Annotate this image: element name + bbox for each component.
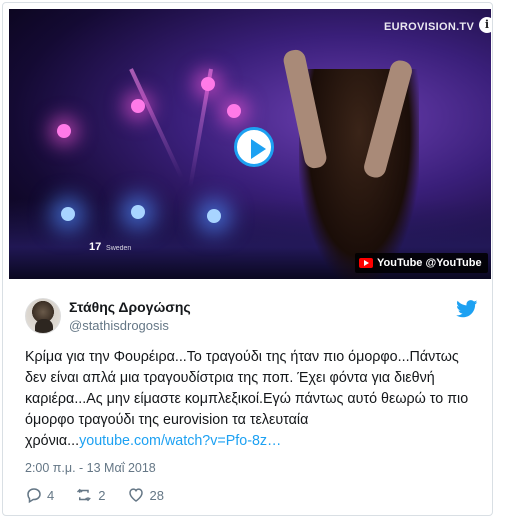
author-display-name[interactable]: Στάθης Δρογώσης — [69, 299, 191, 315]
like-button[interactable]: 28 — [127, 486, 164, 504]
retweet-icon — [77, 488, 92, 502]
retweet-button[interactable]: 2 — [76, 486, 105, 504]
contestant-country: Sweden — [106, 245, 132, 252]
twitter-bird-icon[interactable] — [456, 300, 478, 318]
contestant-overlay: 17 Sweden — [89, 241, 131, 253]
tweet-timestamp[interactable]: 2:00 π.μ. - 13 Μαΐ 2018 — [25, 461, 156, 475]
youtube-icon — [359, 258, 373, 268]
author-handle[interactable]: @stathisdrogosis — [69, 318, 169, 333]
tweet-text: Κρίμα για την Φουρέιρα...Το τραγούδι της… — [25, 347, 475, 452]
stage-light — [207, 209, 221, 223]
stage-light — [201, 77, 215, 91]
heart-icon — [129, 488, 144, 502]
retweet-count: 2 — [98, 487, 106, 503]
stage-light — [57, 124, 71, 138]
tweet-actions: 4 2 28 — [25, 486, 186, 504]
contestant-number: 17 — [89, 241, 102, 253]
like-count: 28 — [149, 487, 164, 503]
stage-light — [131, 205, 145, 219]
channel-logo: EUROVISION.TV — [384, 21, 475, 33]
video-player[interactable]: EUROVISION.TV i 17 Sweden YouTube @YouTu… — [9, 9, 491, 279]
reply-icon — [27, 488, 41, 504]
reply-button[interactable]: 4 — [25, 486, 54, 504]
youtube-source-badge[interactable]: YouTube @YouTube — [355, 253, 488, 273]
stage-beam — [129, 68, 184, 179]
source-badge-label: YouTube @YouTube — [377, 257, 482, 269]
stage-light — [227, 104, 241, 118]
info-icon[interactable]: i — [479, 17, 491, 33]
stage-light — [61, 207, 75, 221]
tweet-link[interactable]: youtube.com/watch?v=Pfo-8z… — [79, 433, 281, 449]
avatar[interactable] — [25, 298, 61, 334]
stage-light — [131, 99, 145, 113]
reply-count: 4 — [47, 487, 55, 503]
play-icon[interactable] — [234, 127, 274, 167]
tweet-card: EUROVISION.TV i 17 Sweden YouTube @YouTu… — [2, 2, 493, 516]
